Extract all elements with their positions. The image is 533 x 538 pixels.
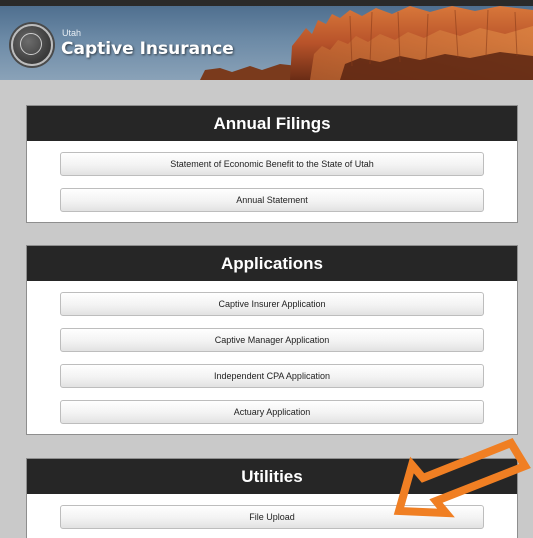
applications-heading: Applications — [27, 246, 517, 281]
annual-statement-button[interactable]: Annual Statement — [60, 188, 484, 212]
site-title: Captive Insurance — [61, 39, 234, 59]
annual-filings-heading: Annual Filings — [27, 106, 517, 141]
applications-panel: Applications Captive Insurer Application… — [26, 245, 518, 435]
statement-of-economic-benefit-button[interactable]: Statement of Economic Benefit to the Sta… — [60, 152, 484, 176]
main-content: Annual Filings Statement of Economic Ben… — [0, 80, 533, 538]
captive-insurer-application-button[interactable]: Captive Insurer Application — [60, 292, 484, 316]
utilities-heading: Utilities — [27, 459, 517, 494]
captive-manager-application-button[interactable]: Captive Manager Application — [60, 328, 484, 352]
utilities-panel: Utilities File Upload — [26, 458, 518, 538]
header-state-label: Utah — [62, 28, 82, 38]
file-upload-button[interactable]: File Upload — [60, 505, 484, 529]
independent-cpa-application-button[interactable]: Independent CPA Application — [60, 364, 484, 388]
annual-filings-panel: Annual Filings Statement of Economic Ben… — [26, 105, 518, 223]
site-header: Utah Captive Insurance — [0, 6, 533, 80]
actuary-application-button[interactable]: Actuary Application — [60, 400, 484, 424]
utah-state-seal-icon — [11, 24, 53, 66]
